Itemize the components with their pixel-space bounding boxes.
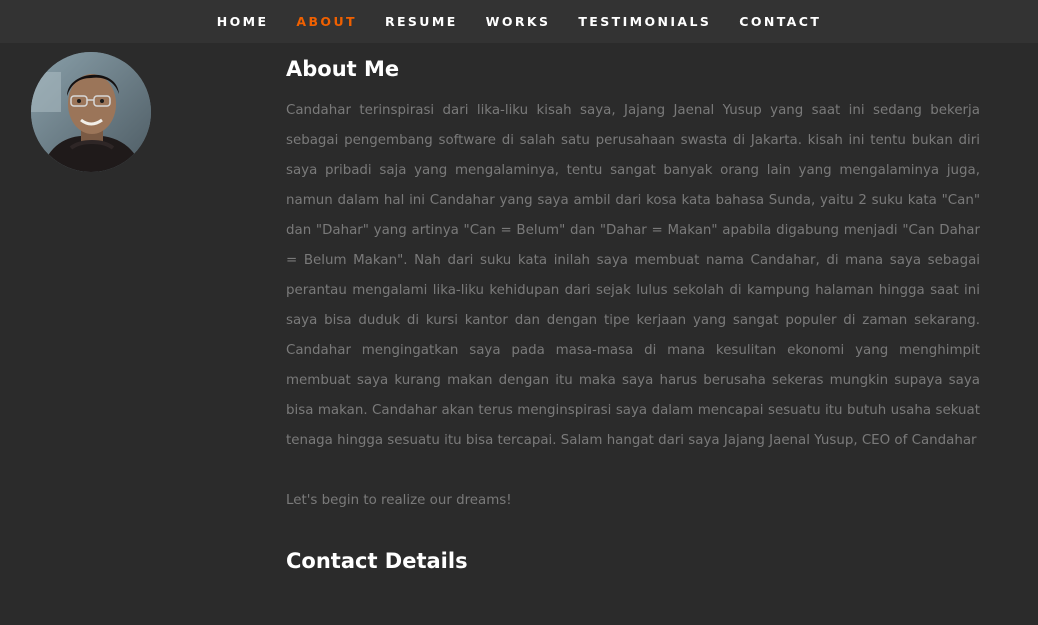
contact-details-heading: Contact Details [286,549,468,573]
top-navigation: HOME ABOUT RESUME WORKS TESTIMONIALS CON… [0,0,1038,43]
nav-home-link[interactable]: HOME [217,14,269,29]
about-heading: About Me [286,57,400,81]
profile-photo-avatar [31,52,151,172]
about-section: About Me Candahar terinspirasi dari lika… [286,54,980,576]
nav-resume-link[interactable]: RESUME [385,14,458,29]
nav-works-link[interactable]: WORKS [486,14,551,29]
nav-about-link[interactable]: ABOUT [296,14,357,29]
nav-contact-link[interactable]: CONTACT [739,14,821,29]
nav-testimonials-link[interactable]: TESTIMONIALS [578,14,711,29]
profile-photo-image [31,52,151,172]
about-tagline: Let's begin to realize our dreams! [286,493,512,508]
about-bio-text: Candahar terinspirasi dari lika-liku kis… [286,103,980,448]
